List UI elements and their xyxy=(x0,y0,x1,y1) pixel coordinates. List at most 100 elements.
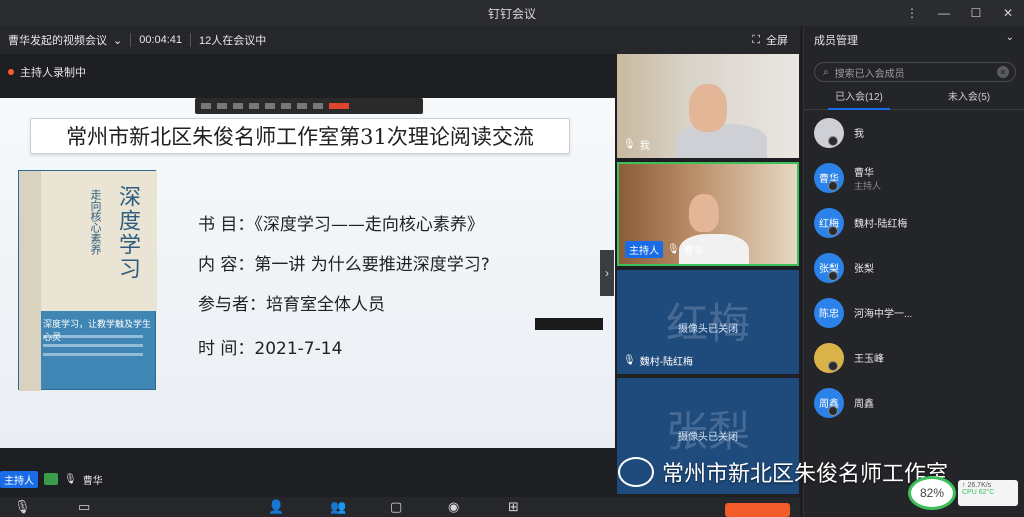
window-controls: ⋮ — ☐ ✕ xyxy=(896,0,1024,26)
recording-dot-icon xyxy=(8,69,14,75)
camera-icon[interactable]: ▭ xyxy=(78,499,90,515)
recording-label: 主持人录制中 xyxy=(20,67,86,79)
network-cpu-box: ↑ 26.7K/s CPU 62°C xyxy=(958,480,1018,506)
video-tile-hongmei[interactable]: 红梅 摄像头已关闭 🎙 魏村-陆红梅 xyxy=(617,270,799,374)
mic-icon xyxy=(828,181,838,191)
mute-icon[interactable]: 🎙 xyxy=(14,499,31,515)
person-head xyxy=(689,194,719,232)
chevron-right-icon: › xyxy=(605,266,609,280)
member-search-input[interactable]: ⌕ 搜索已入会成员 ✕ xyxy=(814,62,1016,82)
member-name: 曹华 xyxy=(854,167,874,179)
meeting-timer: 00:04:41 xyxy=(139,34,183,46)
slide-content-line: 内 容：第一讲 为什么要推进深度学习? xyxy=(198,255,490,275)
video-tile-name: 我 xyxy=(639,141,650,152)
person-head xyxy=(689,84,727,132)
book-cover-image: 深度学习 走向核心素养 深度学习，让教学触及学生心灵 xyxy=(18,170,157,391)
chevron-down-icon: ⌄ xyxy=(113,34,123,47)
video-tile-name: 曹华 xyxy=(683,246,704,257)
book-subtitle: 走向核心素养 xyxy=(89,189,101,255)
member-item[interactable]: 红梅 魏村-陆红梅 xyxy=(804,200,1024,245)
member-item[interactable]: 我 xyxy=(804,110,1024,155)
close-icon[interactable]: ✕ xyxy=(992,0,1024,26)
members-icon[interactable]: 👤 xyxy=(268,499,284,515)
performance-widget[interactable]: 82% ↑ 26.7K/s CPU 62°C xyxy=(908,476,1018,510)
host-tag: 主持人 xyxy=(0,470,38,488)
meeting-toolbar: 🎙 ▭ 👤 👥 ▢ ◉ ⊞ xyxy=(0,497,800,517)
apps-icon[interactable]: ⊞ xyxy=(508,499,519,515)
mic-icon: 🎙 xyxy=(623,355,636,366)
member-item[interactable]: 王玉峰 xyxy=(804,335,1024,380)
camera-off-label: 摄像头已关闭 xyxy=(678,324,738,335)
member-item[interactable]: 张梨 张梨 xyxy=(804,245,1024,290)
camera-off-label: 摄像头已关闭 xyxy=(678,432,738,443)
member-name: 魏村-陆红梅 xyxy=(854,219,908,230)
host-tag: 主持人 xyxy=(625,241,663,258)
video-tile-self[interactable]: 🎙 我 xyxy=(617,54,799,158)
invite-icon[interactable]: 👥 xyxy=(330,499,346,515)
speaker-name: 曹华 xyxy=(82,475,103,487)
mic-icon xyxy=(828,136,838,146)
video-name-tag: 🎙 我 xyxy=(623,137,650,152)
network-speed: ↑ 26.7K/s xyxy=(962,482,992,489)
divider xyxy=(130,33,132,47)
recording-indicator: 主持人录制中 xyxy=(8,64,86,80)
member-item[interactable]: 周鑫 周鑫 xyxy=(804,380,1024,425)
video-tiles: 🎙 我 主持人 🎙 曹华 红梅 摄像头已关闭 🎙 魏村-陆红梅 张梨 摄像头已关… xyxy=(615,54,801,497)
share-screen-icon[interactable]: ▢ xyxy=(390,499,402,515)
chevron-down-icon[interactable]: ⌄ xyxy=(1006,32,1014,43)
mic-icon xyxy=(828,406,838,416)
window-titlebar: 钉钉会议 ⋮ — ☐ ✕ xyxy=(0,0,1024,26)
book-text-lines xyxy=(43,335,143,362)
more-icon[interactable]: ⋮ xyxy=(896,0,928,26)
mic-icon xyxy=(828,361,838,371)
cpu-temp: CPU 62°C xyxy=(962,489,995,496)
slide-date-line: 时 间：2021-7-14 xyxy=(198,339,343,359)
divider xyxy=(190,33,192,47)
book-title: 深度学习 xyxy=(115,185,140,281)
tab-not-joined[interactable]: 未入会(5) xyxy=(914,86,1024,109)
shared-slide: 常州市新北区朱俊名师工作室第31次理论阅读交流 深度学习 走向核心素养 深度学习… xyxy=(0,98,615,448)
video-name-tag: 主持人 🎙 曹华 xyxy=(625,241,704,258)
member-item[interactable]: 陈忠 河海中学一... xyxy=(804,290,1024,335)
mic-icon: 🎙 xyxy=(623,139,636,150)
member-panel-title: 成员管理 xyxy=(814,35,858,47)
member-panel: 成员管理 ⌄ ⌕ 搜索已入会成员 ✕ 已入会(12) 未入会(5) 我 曹华 曹… xyxy=(803,26,1024,517)
video-tile-name: 魏村-陆红梅 xyxy=(639,357,694,368)
fullscreen-icon: ⛶ xyxy=(752,33,760,46)
slide-book-line: 书 目：《深度学习——走向核心素养》 xyxy=(198,215,484,235)
maximize-icon[interactable]: ☐ xyxy=(960,0,992,26)
minimize-icon[interactable]: — xyxy=(928,0,960,26)
meeting-topbar: 曹华发起的视频会议 ⌄ 00:04:41 12人在会议中 ⛶ 全屏 xyxy=(0,26,800,54)
mic-icon: 🎙 xyxy=(667,244,680,255)
clear-icon[interactable]: ✕ xyxy=(997,66,1009,78)
end-meeting-button[interactable] xyxy=(725,503,790,517)
video-name-tag: 🎙 魏村-陆红梅 xyxy=(623,353,693,368)
member-name: 周鑫 xyxy=(854,399,874,410)
presenter-toolbar[interactable] xyxy=(195,98,423,114)
slide-participants-line: 参与者：培育室全体人员 xyxy=(198,295,385,315)
search-placeholder: 搜索已入会成员 xyxy=(834,68,905,80)
fullscreen-label: 全屏 xyxy=(766,35,788,47)
share-icon xyxy=(44,473,58,485)
meeting-title: 曹华发起的视频会议 xyxy=(8,35,107,47)
record-icon[interactable]: ◉ xyxy=(448,499,459,515)
search-icon: ⌕ xyxy=(823,66,829,78)
member-item[interactable]: 曹华 曹华 主持人 xyxy=(804,155,1024,200)
fullscreen-button[interactable]: ⛶ 全屏 xyxy=(752,32,788,48)
wechat-icon xyxy=(618,457,654,487)
tab-joined[interactable]: 已入会(12) xyxy=(804,86,914,110)
avatar: 陈忠 xyxy=(814,297,844,328)
memory-gauge: 82% xyxy=(908,476,956,510)
recording-bar: 主持人录制中 xyxy=(0,54,615,98)
member-panel-header: 成员管理 ⌄ xyxy=(804,26,1024,54)
next-page-button[interactable]: › xyxy=(600,250,614,296)
wechat-watermark: 常州市新北区朱俊名师工作室 xyxy=(618,456,948,488)
video-tile-host[interactable]: 主持人 🎙 曹华 xyxy=(617,162,799,266)
mic-icon xyxy=(828,271,838,281)
presenter-mini-bar xyxy=(535,318,603,330)
member-role: 主持人 xyxy=(854,180,882,191)
participant-count: 12人在会议中 xyxy=(199,35,267,47)
member-tabs: 已入会(12) 未入会(5) xyxy=(804,86,1024,110)
meeting-title-dropdown[interactable]: 曹华发起的视频会议 ⌄ xyxy=(0,32,122,48)
speaker-status: 主持人 🎙 曹华 xyxy=(0,470,103,488)
